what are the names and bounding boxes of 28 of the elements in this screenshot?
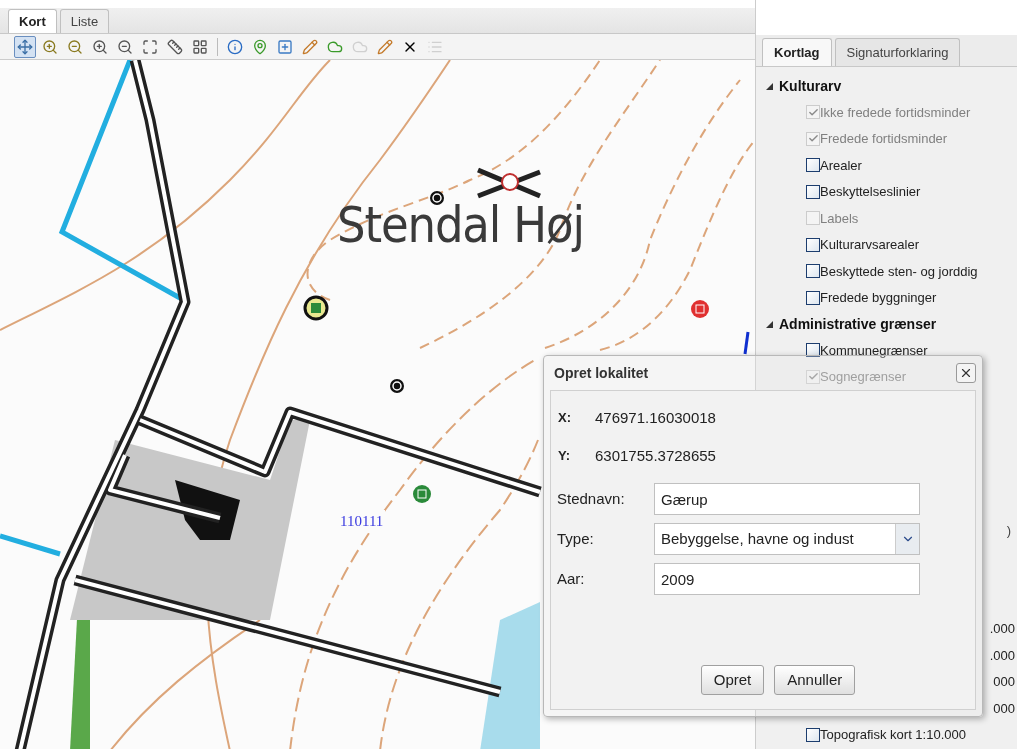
- layer-label: ): [1006, 522, 1011, 541]
- field-label: Stednavn:: [557, 488, 626, 509]
- place-label: Stendal Høj: [337, 200, 584, 250]
- layer-label: Labels: [820, 209, 859, 228]
- group-label: Administrative grænser: [779, 314, 937, 334]
- layer-label: 000: [993, 699, 1015, 718]
- layer-label: Kulturarvsarealer: [820, 236, 919, 254]
- layer-label: Sognegrænser: [820, 368, 906, 386]
- group-label: Kulturarv: [779, 76, 842, 96]
- layer-label: Arealer: [820, 156, 862, 175]
- layer-label: Fredede byggninger: [820, 289, 937, 307]
- layer-label: Ikke fredede fortidsminder: [820, 103, 971, 122]
- dialog-title: Opret lokalitet: [554, 363, 649, 383]
- field-label: Aar:: [557, 568, 586, 589]
- layer-label: Topografisk kort 1:10.000: [820, 726, 966, 744]
- layer-label: .000: [989, 646, 1015, 665]
- coordinate-value: 476971.16030018: [595, 407, 716, 428]
- layer-label: Kommunegrænser: [820, 341, 928, 360]
- layer-label: Beskyttede sten- og jorddig: [820, 262, 978, 281]
- layer-label: Fredede fortidsminder: [820, 130, 948, 148]
- coordinate-label: Y:: [558, 447, 572, 466]
- layer-label: Beskyttelseslinier: [820, 183, 921, 201]
- layer-label: .000: [989, 620, 1015, 638]
- field-label: Type:: [557, 528, 595, 549]
- coordinate-value: 6301755.3728655: [595, 445, 716, 466]
- layer-label: 000: [993, 673, 1015, 691]
- feature-label: 110111: [338, 510, 386, 533]
- coordinate-label: X:: [558, 409, 572, 428]
